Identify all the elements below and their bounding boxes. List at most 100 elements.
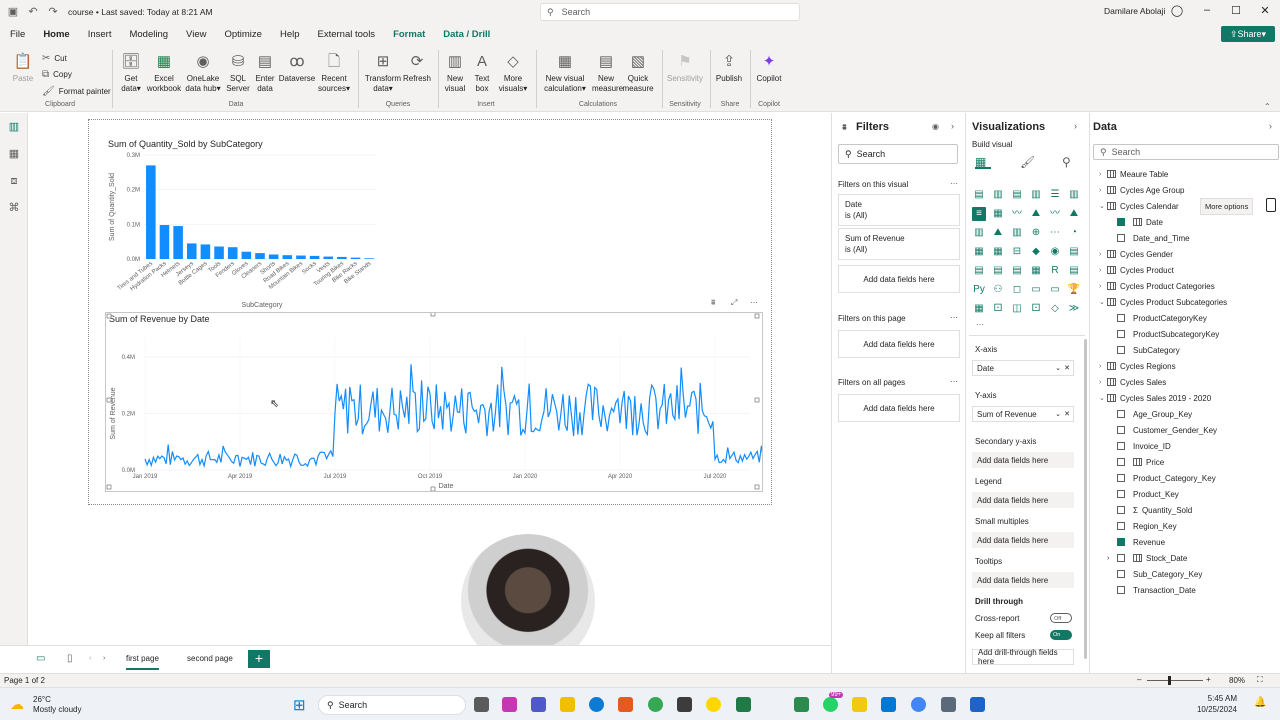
excel-workbook-button[interactable]: ▦ Excel workbook [146, 52, 182, 94]
visual-type-icon[interactable]: ▤ [991, 264, 1005, 278]
table-item[interactable]: › Meaure Table [1099, 168, 1168, 180]
collapse-filters-icon[interactable]: › [951, 121, 954, 131]
share-button[interactable]: ⇪ Share ▾ [1221, 26, 1275, 42]
field-checkbox[interactable] [1117, 458, 1125, 466]
visual-type-icon[interactable]: ☰ [1048, 188, 1062, 202]
field-item[interactable]: Revenue [1117, 536, 1165, 548]
table-item[interactable]: › Cycles Age Group [1099, 184, 1184, 196]
table-item[interactable]: › Cycles Product [1099, 264, 1174, 276]
table-view-icon[interactable]: ▦ [7, 147, 21, 161]
chevron-right-icon[interactable]: › [1099, 187, 1107, 194]
add-all-pages-filter-field[interactable]: Add data fields here [838, 394, 960, 422]
field-item[interactable]: › Stock_Date [1107, 552, 1187, 564]
menu-format[interactable]: Format [391, 26, 427, 43]
visual-type-icon[interactable]: ⊟ [1010, 245, 1024, 259]
dataverse-button[interactable]: ꝏ Dataverse [278, 52, 316, 84]
remove-field-icon[interactable]: ✕ [1064, 364, 1070, 372]
table-item[interactable]: › Cycles Sales [1099, 376, 1166, 388]
field-item[interactable]: Date_and_Time [1117, 232, 1190, 244]
chevron-right-icon[interactable]: › [1099, 363, 1107, 370]
format-painter-button[interactable]: 🖌 Format painter [42, 86, 111, 97]
menu-view[interactable]: View [184, 26, 208, 43]
weather-temp[interactable]: 26°C [33, 695, 51, 704]
document-title[interactable]: course • Last saved: Today at 8:21 AM [68, 7, 213, 17]
visual-type-icon[interactable]: ▤ [1010, 264, 1024, 278]
field-item[interactable]: Invoice_ID [1117, 440, 1171, 452]
task-view-icon[interactable] [474, 697, 489, 712]
field-checkbox[interactable] [1117, 506, 1125, 514]
field-item[interactable]: ProductCategoryKey [1117, 312, 1207, 324]
chevron-down-icon[interactable]: ⌄ [1099, 394, 1107, 402]
file-explorer-icon[interactable] [560, 697, 575, 712]
new-visual-button[interactable]: ▥ New visual [442, 52, 468, 94]
visual-type-icon[interactable]: ▤ [972, 264, 986, 278]
menu-data-drill[interactable]: Data / Drill [441, 26, 492, 43]
visual-type-icon[interactable]: ⛰ [991, 226, 1005, 240]
chevron-right-icon[interactable]: › [1099, 379, 1107, 386]
table-item[interactable]: › Cycles Product Categories [1099, 280, 1215, 292]
refresh-button[interactable]: ⟳ Refresh [402, 52, 432, 84]
fit-page-icon[interactable]: ⛶ [1257, 675, 1263, 685]
filter-card-date[interactable]: Date is (All) [838, 194, 960, 226]
close-icon[interactable]: ✕ [1257, 4, 1273, 17]
app-icon[interactable] [677, 697, 692, 712]
add-legend-field[interactable]: Add data fields here [972, 492, 1074, 508]
copy-button[interactable]: ⧉ Copy [42, 69, 72, 80]
user-name[interactable]: Damilare Abolaji [1104, 6, 1165, 16]
field-checkbox[interactable] [1117, 218, 1125, 226]
field-checkbox[interactable] [1117, 346, 1125, 354]
collapse-data-icon[interactable]: › [1269, 121, 1272, 131]
y-axis-field[interactable]: Sum of Revenue ⌄ ✕ [972, 406, 1074, 422]
onelake-button[interactable]: ◉ OneLake data hub▾ [184, 52, 222, 94]
visual-type-icon[interactable]: ⚇ [991, 283, 1005, 297]
visual-type-icon[interactable]: ▥ [972, 226, 986, 240]
menu-modeling[interactable]: Modeling [127, 26, 170, 43]
undo-icon[interactable]: ↶ [26, 5, 40, 19]
field-item[interactable]: Date [1117, 216, 1163, 228]
field-item[interactable]: Price [1117, 456, 1164, 468]
add-page-filter-field[interactable]: Add data fields here [838, 330, 960, 358]
analytics-tab-icon[interactable]: ⚲ [1062, 155, 1071, 169]
previous-page-icon[interactable]: ‹ [89, 655, 91, 662]
menu-file[interactable]: File [8, 26, 27, 43]
visual-type-icon[interactable]: ▤ [972, 188, 986, 202]
field-checkbox[interactable] [1117, 426, 1125, 434]
field-checkbox[interactable] [1117, 538, 1125, 546]
notepad-icon[interactable] [881, 697, 896, 712]
visual-type-icon[interactable]: ⚀ [1029, 302, 1043, 316]
more-options-button[interactable] [1266, 198, 1276, 212]
visual-type-icon[interactable]: 🏆 [1067, 283, 1081, 297]
transform-data-button[interactable]: ⊞ Transform data▾ [364, 52, 402, 94]
power-bi-icon[interactable] [852, 697, 867, 712]
field-checkbox[interactable] [1117, 442, 1125, 450]
notification-bell-icon[interactable]: 🔔 [1254, 697, 1266, 708]
visual-type-icon[interactable]: ▥ [1010, 226, 1024, 240]
visual-type-icon[interactable]: ▤ [1067, 245, 1081, 259]
cross-report-toggle[interactable]: Off [1050, 613, 1072, 623]
field-item[interactable]: Product_Category_Key [1117, 472, 1216, 484]
desktop-layout-icon[interactable]: ▭ [36, 653, 45, 664]
field-checkbox[interactable] [1117, 234, 1125, 242]
zoom-out-icon[interactable]: – [1137, 675, 1141, 684]
chrome-profile-icon[interactable] [911, 697, 926, 712]
chevron-right-icon[interactable]: › [1099, 171, 1107, 178]
field-item[interactable]: Region_Key [1117, 520, 1177, 532]
collapse-ribbon-icon[interactable]: ⌃ [1264, 102, 1271, 111]
more-options-icon[interactable]: ⋯ [750, 298, 758, 307]
data-search-input[interactable]: ⚲ Search [1093, 144, 1279, 160]
teams-icon[interactable] [531, 697, 546, 712]
more-visuals-icon[interactable]: ⋯ [976, 320, 984, 329]
field-checkbox[interactable] [1117, 570, 1125, 578]
visual-type-icon[interactable]: ⊕ [1029, 226, 1043, 240]
visual-type-icon[interactable]: ⚀ [991, 302, 1005, 316]
focus-mode-icon[interactable]: ⤢ [731, 298, 737, 308]
page-tab-second[interactable]: second page [187, 654, 233, 663]
taskbar-date[interactable]: 10/25/2024 [1195, 705, 1237, 714]
eye-icon[interactable]: ◉ [932, 122, 939, 131]
redo-icon[interactable]: ↷ [46, 5, 60, 19]
settings-icon[interactable] [941, 697, 956, 712]
visual-type-icon[interactable]: ▭ [1029, 283, 1043, 297]
visual-type-icon[interactable]: ▦ [991, 207, 1005, 221]
field-item[interactable]: Transaction_Date [1117, 584, 1196, 596]
app-icon[interactable] [794, 697, 809, 712]
